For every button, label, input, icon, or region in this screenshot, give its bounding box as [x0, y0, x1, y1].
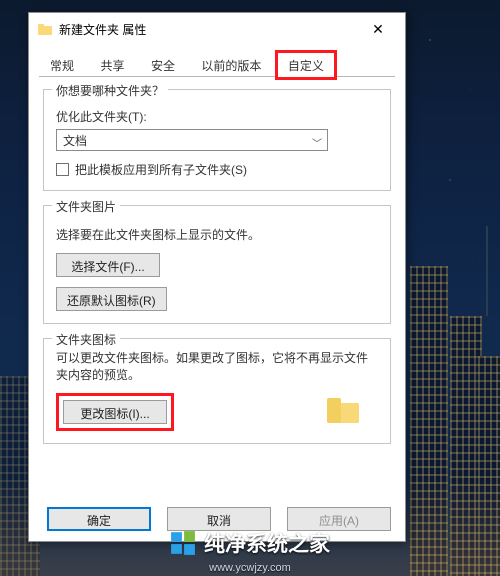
- folder-icon-desc: 可以更改文件夹图标。如果更改了图标，它将不再显示文件夹内容的预览。: [56, 349, 378, 383]
- tab-bar: 常规 共享 安全 以前的版本 自定义: [39, 51, 395, 77]
- folder-icon: [37, 21, 53, 37]
- tab-sharing[interactable]: 共享: [89, 52, 135, 77]
- group-folder-icon: 文件夹图标 可以更改文件夹图标。如果更改了图标，它将不再显示文件夹内容的预览。 …: [43, 338, 391, 444]
- properties-dialog: 新建文件夹 属性 ✕ 常规 共享 安全 以前的版本 自定义 你想要哪种文件夹？ …: [28, 12, 406, 542]
- tab-content: 你想要哪种文件夹？ 优化此文件夹(T): 文档 ﹀ 把此模板应用到所有子文件夹(…: [29, 77, 405, 444]
- choose-file-button[interactable]: 选择文件(F)...: [56, 253, 160, 277]
- tab-customize[interactable]: 自定义: [277, 52, 335, 77]
- watermark: 纯净系统之家: [0, 528, 500, 558]
- window-title: 新建文件夹 属性: [59, 21, 351, 38]
- close-icon: ✕: [372, 21, 384, 38]
- group-title-folder-picture: 文件夹图片: [52, 198, 120, 215]
- folder-picture-desc: 选择要在此文件夹图标上显示的文件。: [56, 226, 378, 243]
- chevron-down-icon: ﹀: [312, 135, 322, 150]
- tab-security[interactable]: 安全: [140, 52, 186, 77]
- folder-icon-preview: [324, 393, 364, 425]
- optimize-select[interactable]: 文档 ﹀: [56, 129, 328, 151]
- windows-logo-icon: [170, 530, 196, 556]
- close-button[interactable]: ✕: [357, 15, 399, 43]
- tab-general[interactable]: 常规: [39, 52, 85, 77]
- titlebar: 新建文件夹 属性 ✕: [29, 13, 405, 45]
- watermark-url: www.ycwjzy.com: [0, 562, 500, 574]
- group-folder-picture: 文件夹图片 选择要在此文件夹图标上显示的文件。 选择文件(F)... 还原默认图…: [43, 205, 391, 324]
- group-title-folder-type: 你想要哪种文件夹？: [52, 82, 168, 99]
- checkbox-box-icon: [56, 163, 69, 176]
- optimize-value: 文档: [63, 134, 87, 148]
- tab-previous-versions[interactable]: 以前的版本: [190, 52, 272, 77]
- change-icon-button[interactable]: 更改图标(I)...: [63, 400, 167, 424]
- watermark-text: 纯净系统之家: [204, 528, 330, 558]
- group-title-folder-icon: 文件夹图标: [52, 331, 120, 348]
- restore-default-button[interactable]: 还原默认图标(R): [56, 287, 167, 311]
- group-folder-type: 你想要哪种文件夹？ 优化此文件夹(T): 文档 ﹀ 把此模板应用到所有子文件夹(…: [43, 89, 391, 191]
- apply-subfolders-checkbox[interactable]: 把此模板应用到所有子文件夹(S): [56, 161, 378, 178]
- apply-subfolders-label: 把此模板应用到所有子文件夹(S): [75, 161, 247, 178]
- optimize-label: 优化此文件夹(T):: [56, 108, 378, 125]
- change-icon-highlight: 更改图标(I)...: [56, 393, 174, 431]
